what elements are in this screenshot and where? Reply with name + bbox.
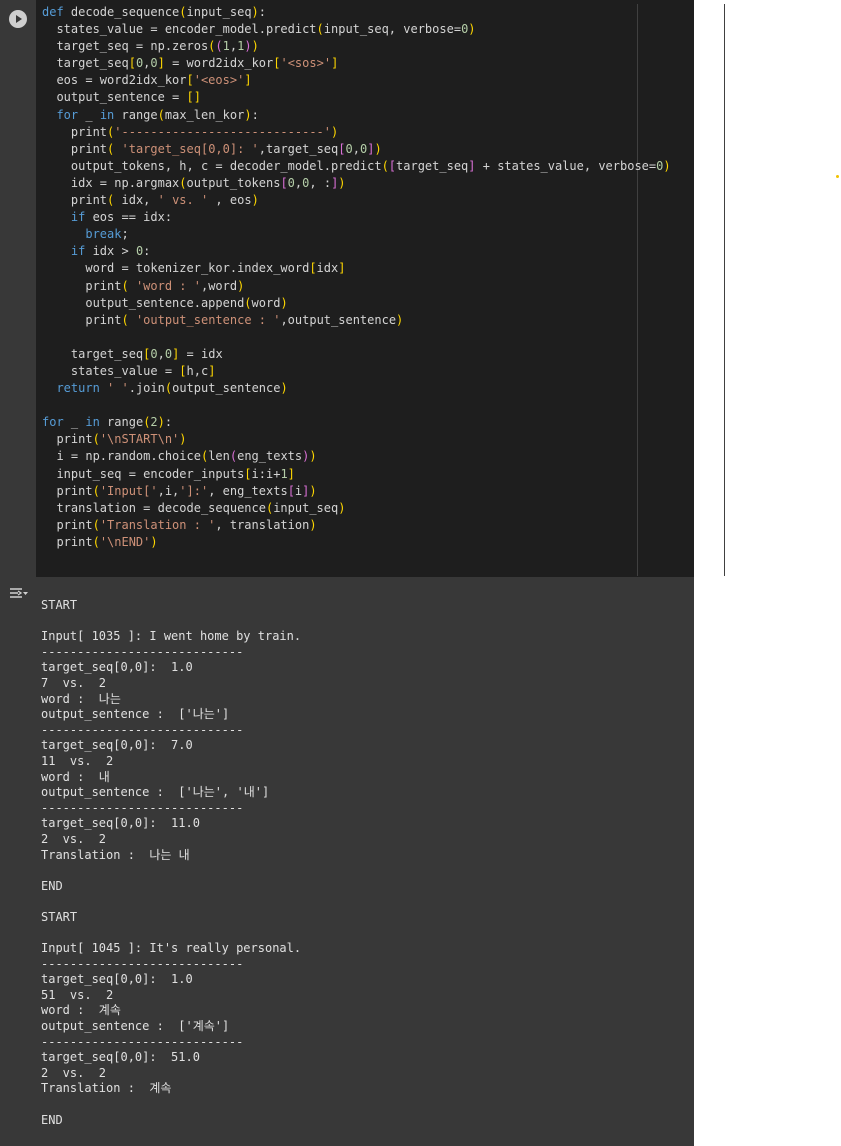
run-cell-button[interactable] — [9, 10, 27, 28]
output-options-icon[interactable] — [9, 585, 29, 601]
editor-right-border — [724, 4, 725, 576]
output-area: START Input[ 1035 ]: I went home by trai… — [0, 577, 694, 1146]
cell-gutter — [0, 0, 36, 577]
stray-dot — [836, 175, 839, 178]
code-text[interactable]: def decode_sequence(input_seq): states_v… — [42, 4, 671, 551]
output-text: START Input[ 1035 ]: I went home by trai… — [41, 598, 302, 1127]
code-cell: def decode_sequence(input_seq): states_v… — [0, 0, 725, 577]
code-editor[interactable]: def decode_sequence(input_seq): states_v… — [36, 0, 725, 577]
